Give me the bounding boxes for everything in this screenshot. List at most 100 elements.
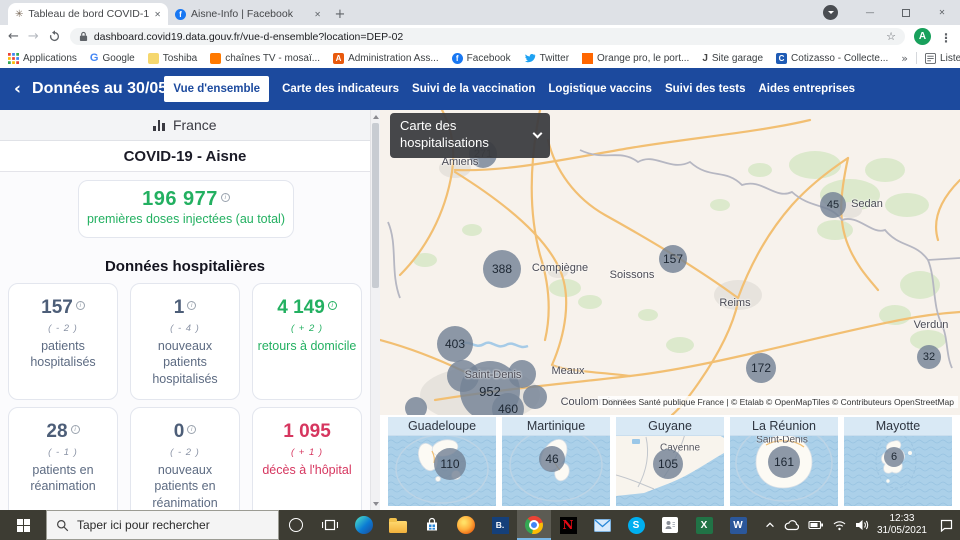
bookmark-chaines-tv[interactable]: chaînes TV - mosaï... [210,53,320,64]
address-bar[interactable]: dashboard.covid19.data.gouv.fr/vue-d-ens… [70,28,905,45]
bookmark-administration[interactable]: A Administration Ass... [333,53,439,64]
onedrive-cloud-icon[interactable] [784,519,800,531]
tab-vue-ensemble[interactable]: Vue d'ensemble [164,76,269,102]
overseas-map-martinique[interactable]: Martinique 46 [502,417,610,506]
tab-suivi-tests[interactable]: Suivi des tests [665,76,746,102]
info-icon[interactable] [187,301,196,310]
chrome-profile-badge-icon[interactable] [823,5,838,20]
scrollbar-thumb[interactable] [372,123,379,288]
bookmarks-overflow-chevron[interactable] [901,52,908,65]
map-bubble[interactable]: 388 [483,250,521,288]
bookmark-star-icon[interactable] [886,30,896,43]
scroll-down-arrow[interactable] [371,498,380,510]
bookmark-applications[interactable]: Applications [8,53,77,64]
map-bubble[interactable]: 157 [659,245,687,273]
map-bubble[interactable]: 45 [820,192,846,218]
maximize-button[interactable] [888,0,924,25]
reload-button[interactable] [48,30,61,43]
browser-tab-facebook[interactable]: f Aisne-Info | Facebook [168,3,328,25]
b-app-button[interactable]: B. [483,510,517,540]
overseas-map-guyane[interactable]: Guyane Cayenne 105 [616,417,724,506]
chrome-button[interactable] [517,510,551,540]
card-nouveaux-hospitalises[interactable]: 1 ( - 4 ) nouveaux patients hospitalisés [130,283,240,400]
stat-delta: ( + 1 ) [291,447,323,458]
taskbar-search-input[interactable]: Taper ici pour rechercher [46,510,279,540]
info-icon[interactable] [76,301,85,310]
bookmark-google[interactable]: G Google [90,52,135,64]
browser-tab-covid-dashboard[interactable]: Tableau de bord COVID-19 Suivi [8,3,168,25]
battery-icon[interactable] [808,519,824,531]
map-bubble-unlabeled[interactable] [405,397,427,415]
tab-close-icon[interactable] [314,8,321,20]
overseas-map-la-reunion[interactable]: La Réunion Saint-Denis 161 [730,417,838,506]
firefox-button[interactable] [449,510,483,540]
previous-date-button[interactable] [14,79,21,99]
info-icon[interactable] [187,425,196,434]
microsoft-store-button[interactable] [415,510,449,540]
tab-carte-indicateurs[interactable]: Carte des indicateurs [282,76,399,102]
overseas-map-guadeloupe[interactable]: Guadeloupe 110 [388,417,496,506]
new-tab-button[interactable] [328,3,352,25]
map-bubble-unlabeled[interactable] [523,385,547,409]
hospitalisations-map[interactable]: 271 388 157 45 403 172 32 952 460 Amiens… [380,110,960,415]
tab-aides-entreprises[interactable]: Aides entreprises [758,76,855,102]
card-retours-domicile[interactable]: 4 149 ( + 2 ) retours à domicile [252,283,362,400]
reading-list-button[interactable]: Liste de lecture [925,53,960,64]
close-window-button[interactable] [924,0,960,25]
bookmark-label: Orange pro, le port... [597,53,689,64]
card-deces-hopital[interactable]: 1 095 ( + 1 ) décès à l'hôpital [252,407,362,510]
bookmark-cotizasso[interactable]: C Cotizasso - Collecte... [776,53,888,64]
task-view-button[interactable] [313,510,347,540]
volume-icon[interactable] [855,519,869,531]
map-bubble[interactable]: 110 [434,448,466,480]
map-bubble[interactable]: 172 [746,353,776,383]
info-icon[interactable] [221,193,230,202]
file-explorer-button[interactable] [381,510,415,540]
cortana-button[interactable] [279,510,313,540]
scroll-up-arrow[interactable] [371,110,380,122]
vaccination-card[interactable]: 196 977 premières doses injectées (au to… [78,180,294,238]
panel-scrollbar[interactable] [370,110,380,510]
mail-button[interactable] [585,510,619,540]
bookmark-facebook[interactable]: f Facebook [452,53,511,64]
map-bubble[interactable]: 6 [884,447,904,467]
bookmarks-right: Liste de lecture [901,52,960,65]
tab-suivi-vaccination[interactable]: Suivi de la vaccination [412,76,535,102]
minimize-button[interactable] [852,0,888,25]
tray-expand-chevron-icon[interactable] [764,519,776,531]
map-bubble[interactable]: 46 [539,446,565,472]
map-layer-selector[interactable]: Carte des hospitalisations [390,113,550,158]
region-selector[interactable]: France [0,110,370,141]
profile-avatar[interactable]: A [914,28,931,45]
browser-menu-icon[interactable] [940,27,952,46]
people-app-button[interactable] [653,510,687,540]
taskbar-clock[interactable]: 12:33 31/05/2021 [877,513,927,538]
excel-button[interactable]: X [687,510,721,540]
info-icon[interactable] [71,425,80,434]
skype-button[interactable]: S [619,510,653,540]
wifi-icon[interactable] [832,519,847,531]
start-button[interactable] [0,510,46,540]
map-bubble[interactable]: 403 [437,326,473,362]
map-bubble[interactable]: 161 [768,446,800,478]
card-patients-hospitalises[interactable]: 157 ( - 2 ) patients hospitalisés [8,283,118,400]
back-button[interactable] [8,30,19,43]
stat-label: décès à l'hôpital [262,462,351,478]
edge-button[interactable] [347,510,381,540]
map-bubble[interactable]: 105 [653,449,683,479]
map-bubble[interactable]: 32 [917,345,941,369]
tab-logistique-vaccins[interactable]: Logistique vaccins [548,76,652,102]
bookmark-twitter[interactable]: Twitter [524,53,569,64]
overseas-map-mayotte[interactable]: Mayotte 6 [844,417,952,506]
tab-close-icon[interactable] [154,8,161,20]
card-nouveaux-reanimation[interactable]: 0 ( - 2 ) nouveaux patients en réanimati… [130,407,240,510]
word-button[interactable]: W [721,510,755,540]
forward-button[interactable] [28,30,39,43]
info-icon[interactable] [328,301,337,310]
bookmark-orange-pro[interactable]: Orange pro, le port... [582,53,689,64]
card-patients-reanimation[interactable]: 28 ( - 1 ) patients en réanimation [8,407,118,510]
bookmark-toshiba[interactable]: Toshiba [148,53,197,64]
action-center-icon[interactable] [939,518,954,532]
bookmark-site-garage[interactable]: J Site garage [702,53,763,64]
netflix-button[interactable]: N [551,510,585,540]
